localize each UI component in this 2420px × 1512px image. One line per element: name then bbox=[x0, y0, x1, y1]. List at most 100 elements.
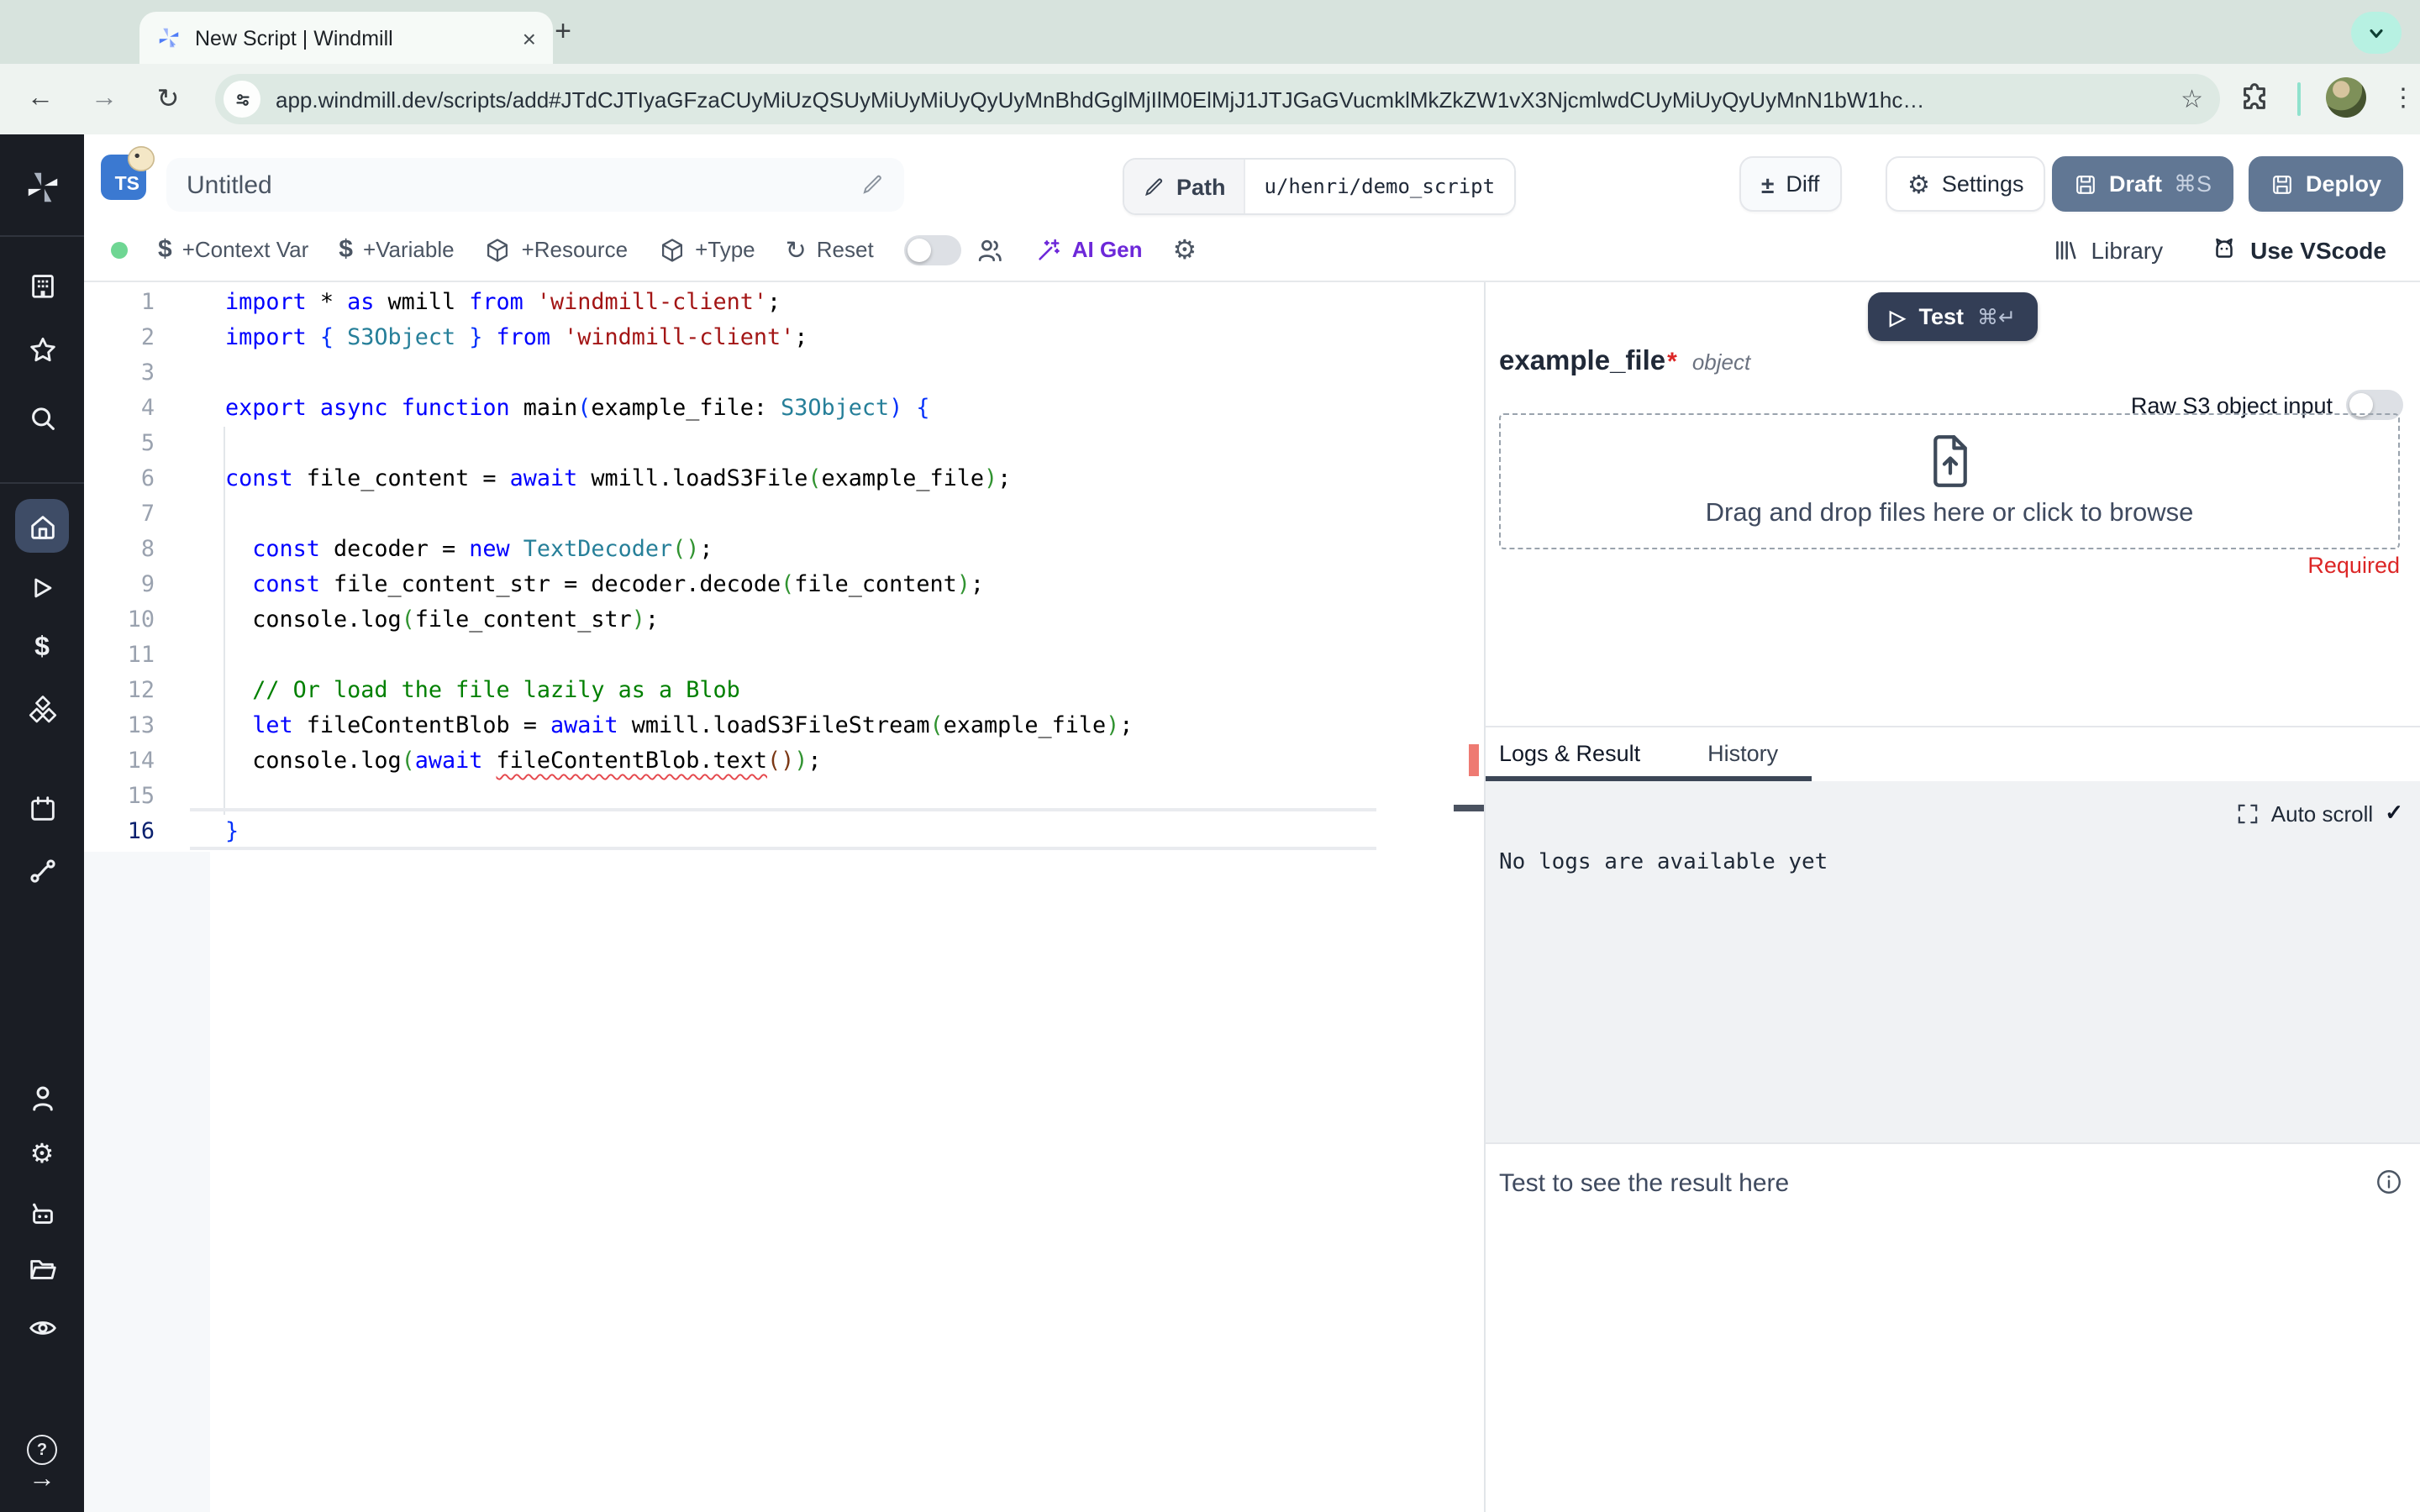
reset-button[interactable]: ↻ Reset bbox=[786, 234, 874, 265]
auto-scroll-control[interactable]: Auto scroll ✓ bbox=[2238, 800, 2403, 827]
app-sidebar: $ ⚙ ? → bbox=[0, 134, 84, 1512]
reload-button[interactable]: ↻ bbox=[148, 79, 188, 119]
screen: New Script | Windmill × + ← → ↻ app.wind… bbox=[0, 0, 2420, 1512]
deploy-button[interactable]: Deploy bbox=[2249, 156, 2404, 212]
file-dropzone[interactable]: Drag and drop files here or click to bro… bbox=[1499, 413, 2400, 549]
extensions-icon[interactable] bbox=[2238, 82, 2270, 114]
checkmark-icon: ✓ bbox=[2385, 800, 2403, 825]
save-icon bbox=[2076, 175, 2095, 193]
tab-search-button[interactable] bbox=[2351, 12, 2402, 54]
info-icon[interactable] bbox=[2375, 1168, 2403, 1196]
typescript-language-badge[interactable]: TS bbox=[101, 146, 155, 200]
use-vscode-button[interactable]: Use VScode bbox=[2210, 235, 2386, 264]
search-icon[interactable] bbox=[0, 395, 84, 442]
argument-header: example_file * object bbox=[1499, 346, 1750, 378]
magic-wand-icon bbox=[1039, 238, 1060, 260]
edit-pencil-icon[interactable] bbox=[860, 173, 884, 197]
workspace: 1 2 3 4 5 6 7 8 9 10 11 12 13 14 15 16 import * as wmil… bbox=[84, 282, 2420, 1512]
logs-output-area: Auto scroll ✓ No logs are available yet bbox=[1486, 781, 2420, 1142]
tab-history[interactable]: History bbox=[1707, 741, 1778, 766]
dollar-icon: $ bbox=[158, 235, 172, 264]
logs-section: Logs & Result History Auto scroll ✓ No l… bbox=[1486, 726, 2420, 1512]
sidebar-item-runs[interactable] bbox=[0, 564, 84, 612]
script-title: Untitled bbox=[187, 171, 272, 199]
url-text[interactable]: app.windmill.dev/scripts/add#JTdCJTIyaGF… bbox=[276, 87, 2165, 112]
sidebar-item-users[interactable] bbox=[0, 1074, 84, 1121]
windmill-logo-icon[interactable] bbox=[0, 163, 84, 210]
add-resource-button[interactable]: +Resource bbox=[485, 236, 628, 263]
result-placeholder: Test to see the result here bbox=[1499, 1169, 1790, 1198]
editor-gutter[interactable]: 1 2 3 4 5 6 7 8 9 10 11 12 13 14 15 16 bbox=[84, 286, 155, 850]
sidebar-divider bbox=[0, 482, 84, 484]
play-icon: ▷ bbox=[1890, 305, 1906, 328]
sidebar-item-schedules[interactable] bbox=[0, 785, 84, 832]
editor-toolbar: $ +Context Var $ +Variable +Resource +Ty… bbox=[84, 218, 2420, 282]
package-icon bbox=[661, 238, 682, 261]
sidebar-item-settings[interactable]: ⚙ bbox=[0, 1132, 84, 1179]
url-bar[interactable]: app.windmill.dev/scripts/add#JTdCJTIyaGF… bbox=[215, 74, 2220, 124]
sidebar-item-workers[interactable] bbox=[0, 1189, 84, 1236]
sidebar-item-flows[interactable] bbox=[0, 847, 84, 894]
settings-button[interactable]: ⚙ Settings bbox=[1886, 156, 2046, 212]
file-upload-icon bbox=[1933, 434, 1966, 486]
expand-icon bbox=[2238, 803, 2259, 823]
argument-type: object bbox=[1691, 349, 1751, 375]
add-type-button[interactable]: +Type bbox=[658, 236, 755, 263]
sidebar-item-variables[interactable]: $ bbox=[0, 625, 84, 672]
argument-name: example_file bbox=[1499, 346, 1666, 376]
ai-gen-button[interactable]: AI Gen bbox=[1035, 236, 1143, 263]
add-variable-button[interactable]: $ +Variable bbox=[339, 235, 454, 264]
required-label: Required bbox=[2307, 553, 2400, 578]
sidebar-expand-icon[interactable]: → bbox=[0, 1457, 84, 1504]
editor-settings-gear-icon[interactable]: ⚙ bbox=[1173, 233, 1197, 266]
forward-button[interactable]: → bbox=[84, 79, 124, 119]
save-icon bbox=[2273, 175, 2291, 193]
windmill-favicon-icon bbox=[156, 25, 182, 50]
tab-close-icon[interactable]: × bbox=[523, 24, 536, 51]
new-tab-button[interactable]: + bbox=[541, 10, 585, 54]
app-main: TS Untitled Path u/henri/demo_script ± D… bbox=[84, 134, 2420, 1512]
browser-menu-icon[interactable]: ⋮ bbox=[2388, 79, 2418, 116]
browser-tab[interactable]: New Script | Windmill × bbox=[139, 12, 553, 64]
multiplayer-toggle[interactable] bbox=[903, 234, 961, 265]
logs-tabs: Logs & Result History bbox=[1486, 727, 2420, 780]
profile-avatar[interactable] bbox=[2326, 77, 2366, 118]
sidebar-item-folders[interactable] bbox=[0, 1245, 84, 1292]
sidebar-item-favorites[interactable] bbox=[0, 326, 84, 373]
code-editor[interactable]: 1 2 3 4 5 6 7 8 9 10 11 12 13 14 15 16 import * as wmil… bbox=[84, 282, 1484, 1512]
path-value[interactable]: u/henri/demo_script bbox=[1244, 160, 1514, 213]
bookmark-star-icon[interactable]: ☆ bbox=[2181, 84, 2203, 114]
sidebar-item-audit-logs[interactable] bbox=[0, 1304, 84, 1351]
library-icon bbox=[2056, 240, 2077, 259]
browser-toolbar: ← → ↻ app.windmill.dev/scripts/add#JTdCJ… bbox=[0, 64, 2420, 134]
back-button[interactable]: ← bbox=[20, 79, 60, 119]
browser-tabstrip: New Script | Windmill × + bbox=[0, 0, 2420, 64]
result-area: Test to see the result here bbox=[1486, 1142, 2420, 1512]
script-title-input[interactable]: Untitled bbox=[166, 158, 904, 212]
sidebar-item-home[interactable] bbox=[15, 499, 69, 553]
test-button[interactable]: ▷ Test ⌘↵ bbox=[1868, 292, 2038, 341]
site-settings-icon[interactable] bbox=[224, 81, 260, 118]
path-button[interactable]: Path bbox=[1124, 160, 1244, 213]
required-asterisk: * bbox=[1667, 348, 1677, 376]
add-context-var-button[interactable]: $ +Context Var bbox=[158, 235, 308, 264]
library-button[interactable]: Library bbox=[2053, 236, 2163, 263]
package-icon bbox=[487, 238, 508, 261]
tab-logs-result[interactable]: Logs & Result bbox=[1499, 741, 1640, 766]
script-path-control[interactable]: Path u/henri/demo_script bbox=[1123, 158, 1516, 215]
draft-button[interactable]: Draft ⌘S bbox=[2052, 156, 2234, 212]
dollar-icon: $ bbox=[339, 235, 353, 264]
no-logs-message: No logs are available yet bbox=[1499, 850, 1828, 875]
windmill-app: $ ⚙ ? → TS Untitled Path u/henri/demo_sc… bbox=[0, 134, 2420, 1512]
overview-ruler-cursor-mark bbox=[1454, 805, 1484, 811]
dropzone-text: Drag and drop files here or click to bro… bbox=[1705, 498, 2194, 527]
gear-icon: ⚙ bbox=[1907, 171, 1930, 199]
edit-pencil-icon bbox=[1145, 177, 1163, 196]
preview-panel: ▷ Test ⌘↵ example_file * object Raw S3 o… bbox=[1486, 282, 2420, 1512]
sidebar-item-resources[interactable] bbox=[0, 685, 84, 732]
sidebar-item-workspace[interactable] bbox=[0, 260, 84, 307]
diff-button[interactable]: ± Diff bbox=[1739, 156, 1842, 212]
gutter-below-content bbox=[84, 852, 210, 1512]
sidebar-divider bbox=[0, 235, 84, 237]
editor-code[interactable]: import * as wmill from 'windmill-client'… bbox=[225, 286, 1457, 850]
